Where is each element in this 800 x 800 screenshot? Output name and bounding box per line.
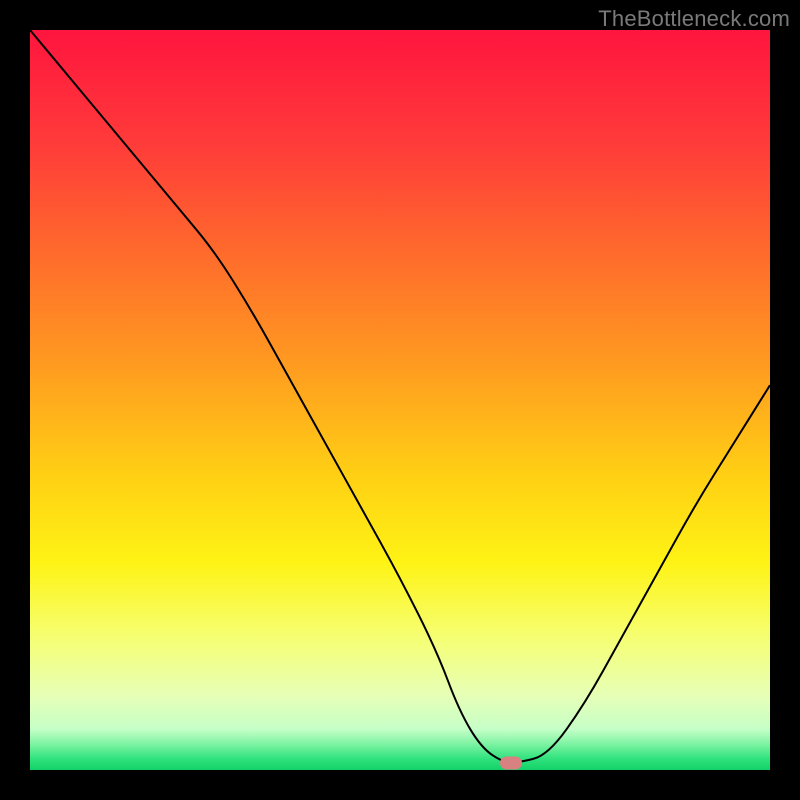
bottleneck-curve	[30, 30, 770, 763]
plot-area	[30, 30, 770, 770]
optimal-marker	[500, 756, 522, 769]
chart-frame: TheBottleneck.com	[0, 0, 800, 800]
watermark-text: TheBottleneck.com	[598, 6, 790, 32]
series-layer	[30, 30, 770, 770]
